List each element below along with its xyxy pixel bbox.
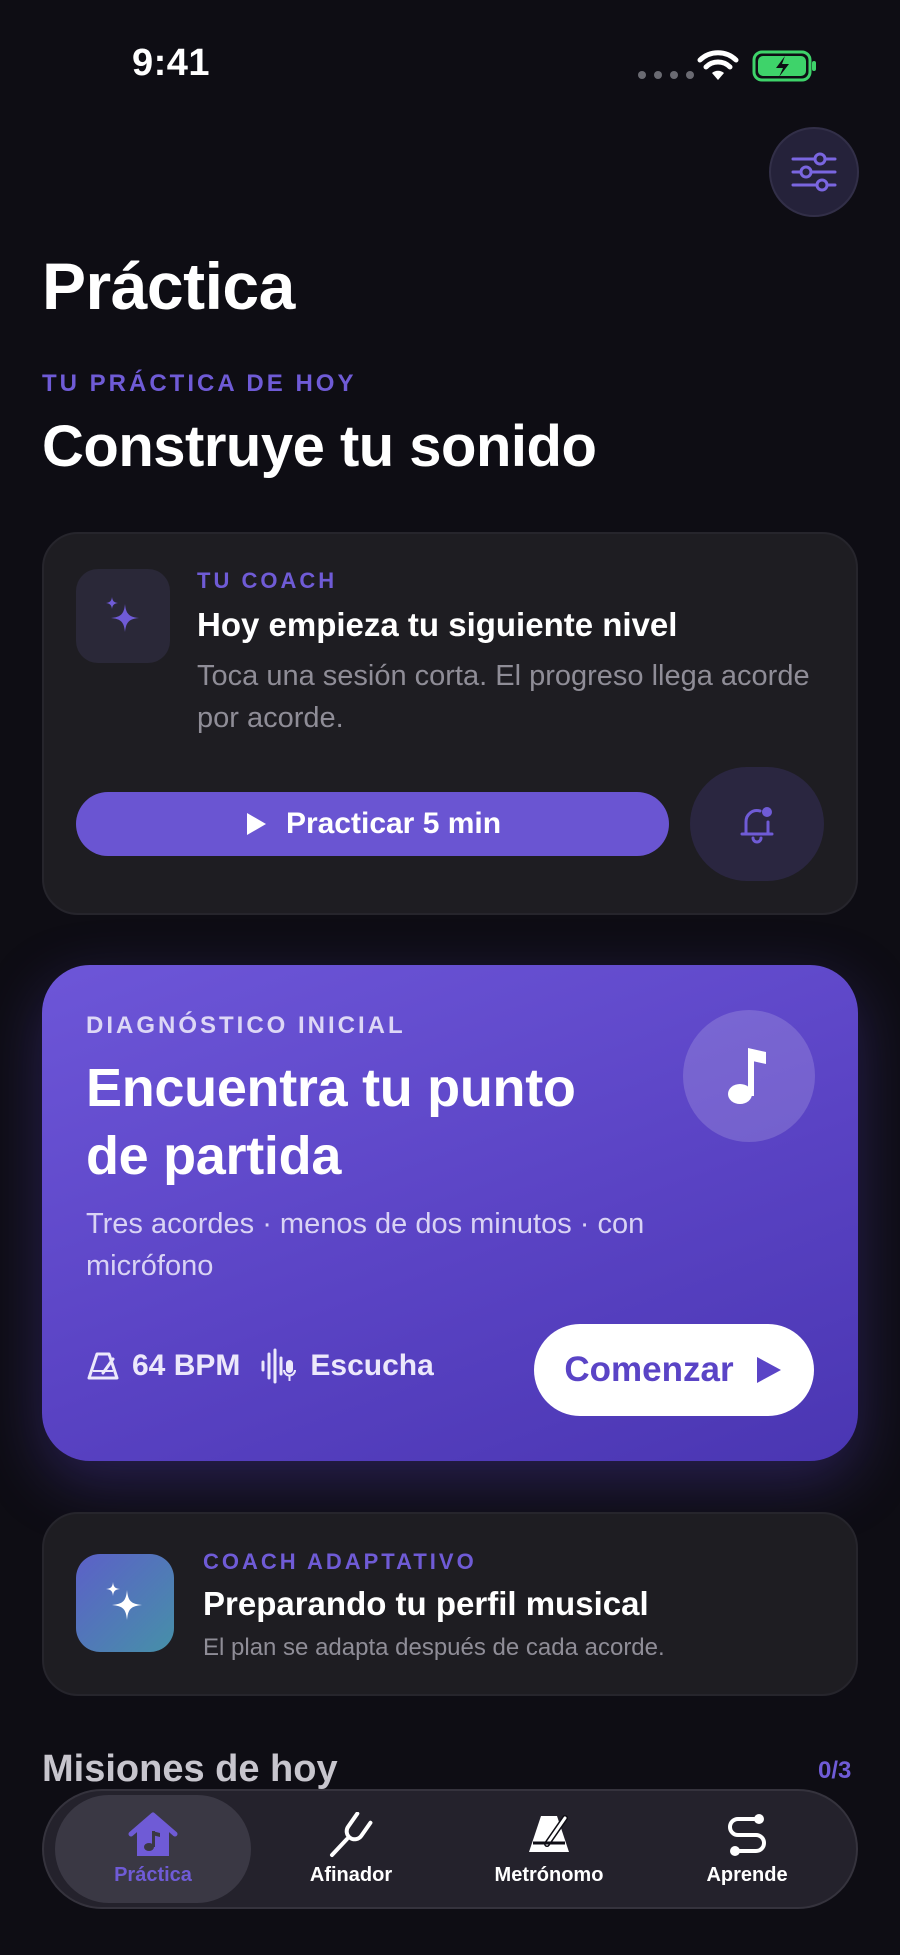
page-title: Práctica — [42, 249, 295, 323]
tempo-value: 64 BPM — [132, 1349, 241, 1382]
diagnostic-meta: 64 BPM Escucha — [86, 1348, 434, 1384]
music-note-icon — [683, 1010, 815, 1142]
adaptive-sparkles-icon — [76, 1554, 174, 1652]
coach-description: Toca una sesión corta. El progreso llega… — [197, 660, 810, 734]
listen-mode-label: Escucha — [310, 1349, 434, 1382]
path-icon — [721, 1812, 773, 1858]
tab-aprende[interactable]: Aprende — [649, 1795, 845, 1903]
adaptive-eyebrow: COACH ADAPTATIVO — [203, 1549, 477, 1574]
tab-metronomo[interactable]: Metrónomo — [451, 1795, 647, 1903]
tab-bar: Práctica Afinador Metrónomo Aprende — [42, 1789, 858, 1909]
tab-label: Práctica — [114, 1863, 192, 1886]
sparkles-icon — [101, 594, 145, 638]
home-music-icon — [127, 1812, 179, 1858]
tab-afinador[interactable]: Afinador — [253, 1795, 449, 1903]
coach-eyebrow: TU COACH — [197, 568, 338, 593]
sliders-icon — [790, 152, 838, 192]
adaptive-title: Preparando tu perfil musical — [203, 1585, 649, 1622]
tab-label: Afinador — [309, 1863, 393, 1886]
tab-practica[interactable]: Práctica — [55, 1795, 251, 1903]
listen-mode-info: Escucha — [260, 1348, 434, 1384]
missions-count: 0/3 — [818, 1757, 852, 1784]
cellular-signal-icon — [638, 71, 694, 79]
coach-title: Hoy empieza tu siguiente nivel — [197, 606, 678, 643]
waveform-mic-icon — [260, 1348, 298, 1384]
practice-5-min-button[interactable]: Practicar 5 min — [76, 792, 669, 856]
tab-label: Metrónomo — [494, 1863, 604, 1886]
hero-heading: Construye tu sonido — [42, 414, 597, 479]
diagnostic-description: Tres acordes · menos de dos minutos · co… — [86, 1208, 645, 1282]
start-button-label: Comenzar — [564, 1350, 734, 1389]
play-icon — [754, 1354, 784, 1386]
play-icon — [244, 811, 268, 837]
tempo-info: 64 BPM — [86, 1349, 240, 1383]
wifi-icon — [696, 48, 740, 82]
metronome-icon — [86, 1351, 120, 1381]
adaptive-description: El plan se adapta después de cada acorde… — [203, 1634, 665, 1661]
missions-title: Misiones de hoy — [42, 1748, 338, 1790]
metronome-icon — [523, 1812, 575, 1858]
bell-badge-icon — [738, 804, 776, 844]
hero-eyebrow: TU PRÁCTICA DE HOY — [42, 370, 357, 397]
coach-icon-box — [76, 569, 170, 663]
start-diagnostic-button[interactable]: Comenzar — [534, 1324, 814, 1416]
filter-settings-button[interactable] — [769, 127, 859, 217]
status-time: 9:41 — [132, 42, 211, 84]
reminder-bell-button[interactable] — [690, 767, 824, 881]
battery-charging-icon — [752, 50, 818, 82]
tab-label: Aprende — [706, 1863, 788, 1886]
tuning-fork-icon — [325, 1811, 377, 1858]
diagnostic-title: Encuentra tu punto de partida — [86, 1058, 576, 1186]
diagnostic-eyebrow: DIAGNÓSTICO INICIAL — [86, 1012, 406, 1039]
practice-button-label: Practicar 5 min — [285, 807, 502, 840]
